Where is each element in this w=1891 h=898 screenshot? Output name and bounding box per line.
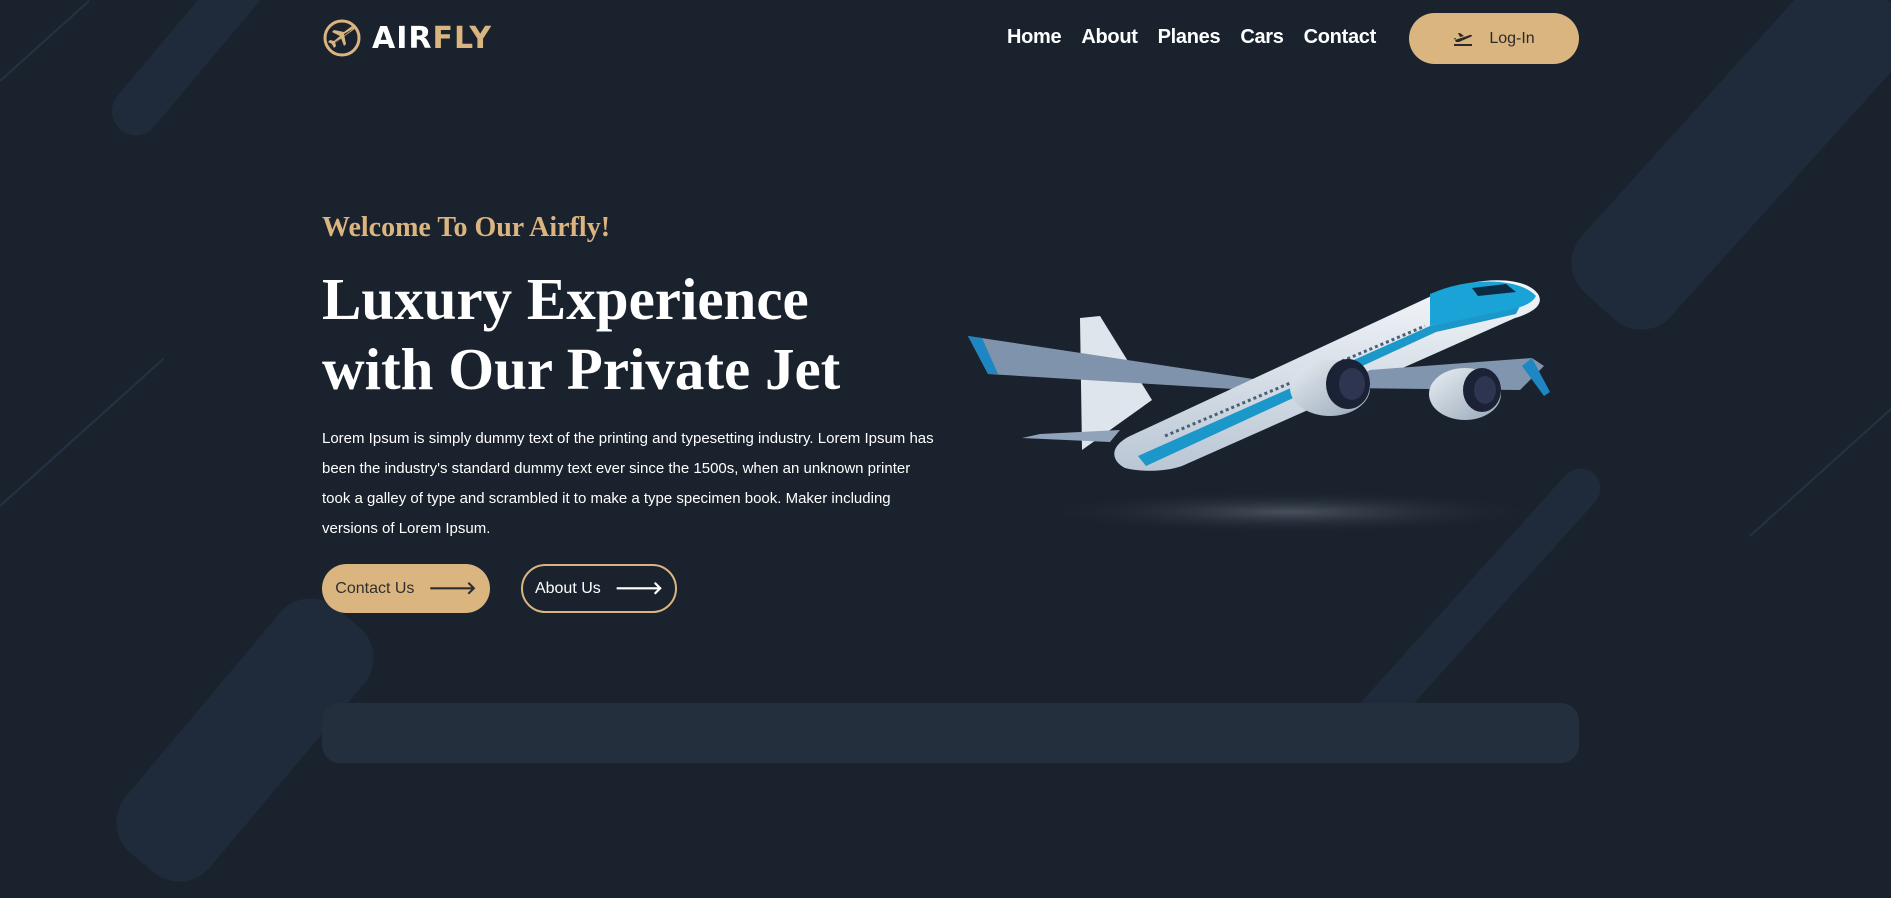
airplane-logo-icon bbox=[323, 19, 361, 57]
login-button[interactable]: Log-In bbox=[1409, 13, 1579, 64]
contact-us-label: Contact Us bbox=[335, 579, 415, 597]
content-panel bbox=[322, 703, 1579, 763]
nav-about[interactable]: About bbox=[1081, 26, 1138, 49]
brand-name-fly: FLY bbox=[432, 20, 493, 56]
background-line bbox=[0, 358, 165, 507]
headline-line-1: Luxury Experience bbox=[322, 266, 809, 332]
arrow-right-icon: 🡒 bbox=[614, 578, 664, 598]
background-stripe bbox=[102, 0, 306, 146]
login-label: Log-In bbox=[1489, 29, 1535, 47]
hero-description: Lorem Ipsum is simply dummy text of the … bbox=[322, 430, 934, 537]
hero-eyebrow: Welcome To Our Airfly! bbox=[322, 212, 611, 243]
nav-home[interactable]: Home bbox=[1007, 26, 1062, 49]
background-line bbox=[1749, 401, 1891, 537]
about-us-label: About Us bbox=[534, 579, 601, 597]
brand-logo[interactable]: AIRFLY bbox=[322, 18, 492, 58]
nav-contact[interactable]: Contact bbox=[1304, 26, 1377, 49]
brand-name-air: AIR bbox=[372, 20, 433, 56]
background-line bbox=[0, 0, 90, 82]
about-us-button[interactable]: About Us 🡒 bbox=[521, 564, 677, 613]
main-nav: Home About Planes Cars Contact bbox=[1007, 26, 1376, 49]
background-stripe bbox=[1554, 0, 1891, 347]
contact-us-button[interactable]: Contact Us 🡒 bbox=[322, 564, 490, 613]
arrow-right-icon: 🡒 bbox=[428, 578, 477, 598]
nav-planes[interactable]: Planes bbox=[1158, 26, 1221, 49]
nav-cars[interactable]: Cars bbox=[1240, 26, 1284, 49]
hero-headline: Luxury Experience with Our Private Jet bbox=[322, 264, 942, 404]
airplane-takeoff-icon bbox=[1454, 32, 1473, 46]
headline-line-2: with Our Private Jet bbox=[322, 336, 841, 402]
airplane-illustration bbox=[968, 280, 1550, 534]
brand-name: AIRFLY bbox=[372, 21, 492, 56]
